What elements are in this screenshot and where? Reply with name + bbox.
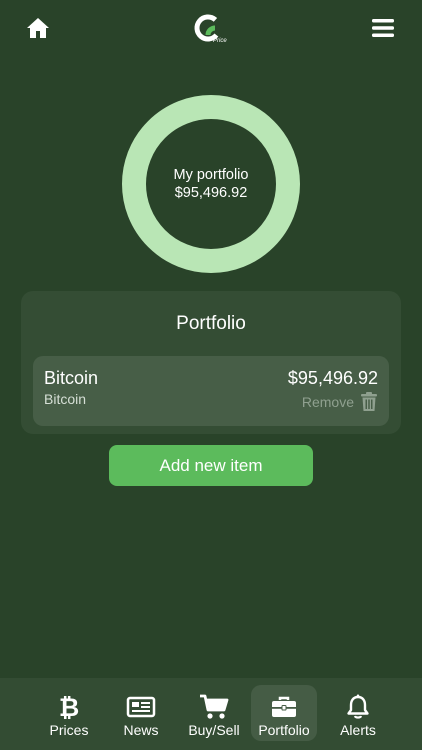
tab-label: Alerts (340, 722, 376, 738)
tab-label: Prices (49, 722, 89, 738)
item-name: Bitcoin (44, 368, 99, 388)
add-new-item-button[interactable]: Add new item (109, 445, 313, 486)
tab-buy-sell[interactable]: Buy/Sell (182, 678, 246, 750)
home-button[interactable] (26, 17, 50, 39)
remove-label: Remove (301, 394, 354, 410)
top-bar: Price (0, 0, 422, 60)
item-value: $95,496.92 (287, 368, 378, 388)
tab-news[interactable]: News (111, 678, 171, 750)
item-subtitle: Bitcoin (44, 391, 87, 407)
portfolio-title: Portfolio (176, 313, 246, 334)
tab-prices[interactable]: ₿ Prices (38, 678, 100, 750)
portfolio-card: Portfolio Bitcoin Bitcoin $95,496.92 Rem… (21, 291, 401, 434)
portfolio-item[interactable]: Bitcoin Bitcoin $95,496.92 Remove (33, 356, 389, 426)
newspaper-icon (126, 696, 156, 718)
hamburger-icon (372, 19, 394, 37)
trash-icon (361, 392, 377, 411)
remove-button[interactable]: Remove (302, 392, 378, 412)
briefcase-icon (272, 696, 296, 717)
donut-label: My portfolio (173, 167, 249, 183)
tab-label: Buy/Sell (188, 722, 240, 738)
portfolio-donut-chart: My portfolio $95,496.92 (121, 94, 301, 274)
cart-icon (200, 694, 229, 719)
tab-portfolio[interactable]: Portfolio (251, 685, 317, 741)
tab-label: News (123, 722, 159, 738)
home-icon (27, 18, 49, 38)
bottom-tab-bar: ₿ Prices News Buy/Sell Portfolio Alerts (0, 678, 422, 750)
svg-text:₿: ₿ (59, 694, 79, 720)
bitcoin-icon: ₿ (59, 694, 79, 720)
bell-icon (347, 694, 369, 719)
app-logo: Price (194, 13, 230, 45)
tab-alerts[interactable]: Alerts (332, 678, 384, 750)
tab-label: Portfolio (258, 722, 310, 738)
svg-text:Price: Price (213, 38, 227, 44)
menu-button[interactable] (372, 18, 394, 38)
donut-total-value: $95,496.92 (174, 185, 248, 201)
